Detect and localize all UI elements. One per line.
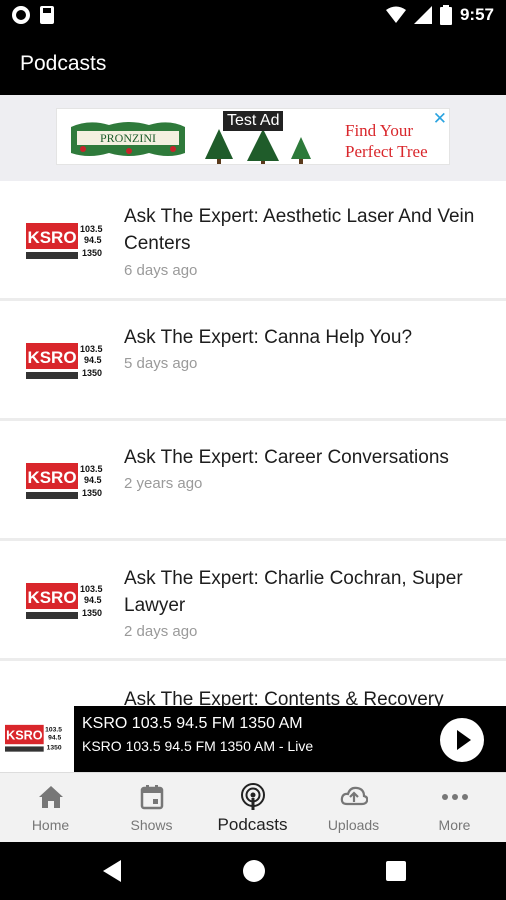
podcast-title: Ask The Expert: Aesthetic Laser And Vein… bbox=[124, 206, 475, 254]
list-item[interactable]: KSRO 103.5 94.5 1350 Ask The Expert: Car… bbox=[0, 421, 506, 541]
podcast-list: KSRO 103.5 94.5 1350 Ask The Expert: Aes… bbox=[0, 181, 506, 706]
logo-call-letters: KSRO bbox=[27, 588, 76, 607]
back-icon[interactable] bbox=[103, 860, 121, 882]
station-logo: KSRO 103.5 94.5 1350 bbox=[26, 343, 103, 379]
svg-text:1350: 1350 bbox=[82, 608, 102, 618]
svg-text:1350: 1350 bbox=[82, 488, 102, 498]
app-bar: Podcasts bbox=[0, 33, 506, 95]
station-logo: KSRO 103.5 94.5 1350 bbox=[5, 724, 62, 752]
system-nav-bar bbox=[0, 842, 506, 900]
mini-player[interactable]: KSRO 103.5 94.5 1350 KSRO 103.5 94.5 FM … bbox=[0, 706, 506, 772]
mini-player-title: KSRO 103.5 94.5 FM 1350 AM bbox=[82, 715, 303, 732]
svg-text:103.5: 103.5 bbox=[80, 344, 103, 354]
signal-icon bbox=[413, 6, 432, 24]
svg-text:94.5: 94.5 bbox=[84, 235, 102, 245]
podcast-date: 5 days ago bbox=[124, 355, 198, 372]
nav-label: Uploads bbox=[327, 817, 380, 833]
nav-item-more[interactable]: More bbox=[404, 773, 505, 843]
bottom-nav: Home Shows Podcasts Uploads More bbox=[0, 772, 506, 842]
podcast-title: Ask The Expert: Charlie Cochran, Super L… bbox=[124, 568, 463, 616]
ad-close-icon[interactable]: ✕ bbox=[433, 109, 447, 129]
logo-call-letters: KSRO bbox=[27, 228, 76, 247]
battery-icon bbox=[439, 5, 452, 25]
logo-call-letters: KSRO bbox=[27, 348, 76, 367]
svg-text:94.5: 94.5 bbox=[84, 355, 102, 365]
sd-card-icon bbox=[40, 6, 54, 24]
svg-text:103.5: 103.5 bbox=[80, 464, 103, 474]
svg-text:1350: 1350 bbox=[82, 368, 102, 378]
home-icon bbox=[39, 786, 63, 808]
ad-copy-line1: Find Your bbox=[345, 121, 414, 140]
more-dots-icon bbox=[442, 794, 468, 800]
logo-call-letters: KSRO bbox=[6, 729, 43, 743]
svg-text:1350: 1350 bbox=[47, 744, 62, 751]
ad-label: Test Ad bbox=[223, 111, 284, 131]
podcast-title: Ask The Expert: Contents & Recovery bbox=[124, 689, 444, 706]
play-button[interactable] bbox=[440, 718, 484, 762]
svg-text:103.5: 103.5 bbox=[45, 727, 62, 734]
podcast-date: 2 years ago bbox=[124, 475, 203, 492]
station-logo: KSRO 103.5 94.5 1350 bbox=[26, 223, 103, 259]
svg-text:94.5: 94.5 bbox=[84, 475, 102, 485]
ad-area: PRONZINI Test Ad Find Your Perfect Tree … bbox=[0, 95, 506, 181]
notification-dot-icon bbox=[12, 6, 30, 24]
podcast-title: Ask The Expert: Career Conversations bbox=[124, 447, 449, 468]
podcast-icon bbox=[241, 783, 265, 810]
wifi-icon bbox=[385, 6, 406, 23]
mini-player-subtitle: KSRO 103.5 94.5 FM 1350 AM - Live bbox=[82, 738, 314, 754]
logo-call-letters: KSRO bbox=[27, 468, 76, 487]
svg-text:94.5: 94.5 bbox=[84, 595, 102, 605]
nav-label: Home bbox=[31, 817, 70, 833]
clock-time: 9:57 bbox=[459, 5, 494, 24]
svg-text:1350: 1350 bbox=[82, 248, 102, 258]
recent-apps-icon[interactable] bbox=[386, 861, 406, 881]
svg-text:94.5: 94.5 bbox=[48, 735, 61, 742]
station-logo: KSRO 103.5 94.5 1350 bbox=[26, 463, 103, 499]
nav-item-podcasts[interactable]: Podcasts bbox=[202, 773, 303, 843]
ad-copy-line2: Perfect Tree bbox=[345, 142, 428, 161]
podcast-date: 6 days ago bbox=[124, 262, 198, 279]
pronzini-logo: PRONZINI bbox=[71, 122, 185, 156]
home-button-icon[interactable] bbox=[243, 860, 265, 882]
station-logo: KSRO 103.5 94.5 1350 bbox=[26, 583, 103, 619]
nav-label: Shows bbox=[130, 817, 173, 833]
list-item[interactable]: KSRO 103.5 94.5 1350 Ask The Expert: Cha… bbox=[0, 541, 506, 661]
pine-trees-icon bbox=[205, 129, 311, 164]
nav-item-uploads[interactable]: Uploads bbox=[303, 773, 404, 843]
nav-label: More bbox=[438, 817, 471, 833]
nav-item-home[interactable]: Home bbox=[0, 773, 101, 843]
list-item[interactable]: KSRO 103.5 94.5 1350 Ask The Expert: Can… bbox=[0, 301, 506, 421]
upload-cloud-icon bbox=[340, 786, 368, 806]
nav-label: Podcasts bbox=[217, 815, 288, 834]
svg-text:103.5: 103.5 bbox=[80, 224, 103, 234]
ad-banner[interactable]: PRONZINI Test Ad Find Your Perfect Tree … bbox=[56, 108, 450, 165]
svg-text:103.5: 103.5 bbox=[80, 584, 103, 594]
podcast-date: 2 days ago bbox=[124, 623, 198, 640]
podcast-title: Ask The Expert: Canna Help You? bbox=[124, 327, 413, 348]
status-bar: 9:57 bbox=[0, 0, 506, 33]
nav-item-shows[interactable]: Shows bbox=[101, 773, 202, 843]
list-item[interactable]: Ask The Expert: Contents & Recovery bbox=[0, 661, 506, 706]
calendar-icon bbox=[140, 785, 164, 810]
ad-brand-text: PRONZINI bbox=[100, 131, 156, 145]
ad-copy: Find Your Perfect Tree bbox=[345, 120, 428, 162]
mini-player-artwork: KSRO 103.5 94.5 1350 bbox=[0, 706, 74, 772]
page-title: Podcasts bbox=[20, 52, 107, 75]
list-item[interactable]: KSRO 103.5 94.5 1350 Ask The Expert: Aes… bbox=[0, 181, 506, 301]
